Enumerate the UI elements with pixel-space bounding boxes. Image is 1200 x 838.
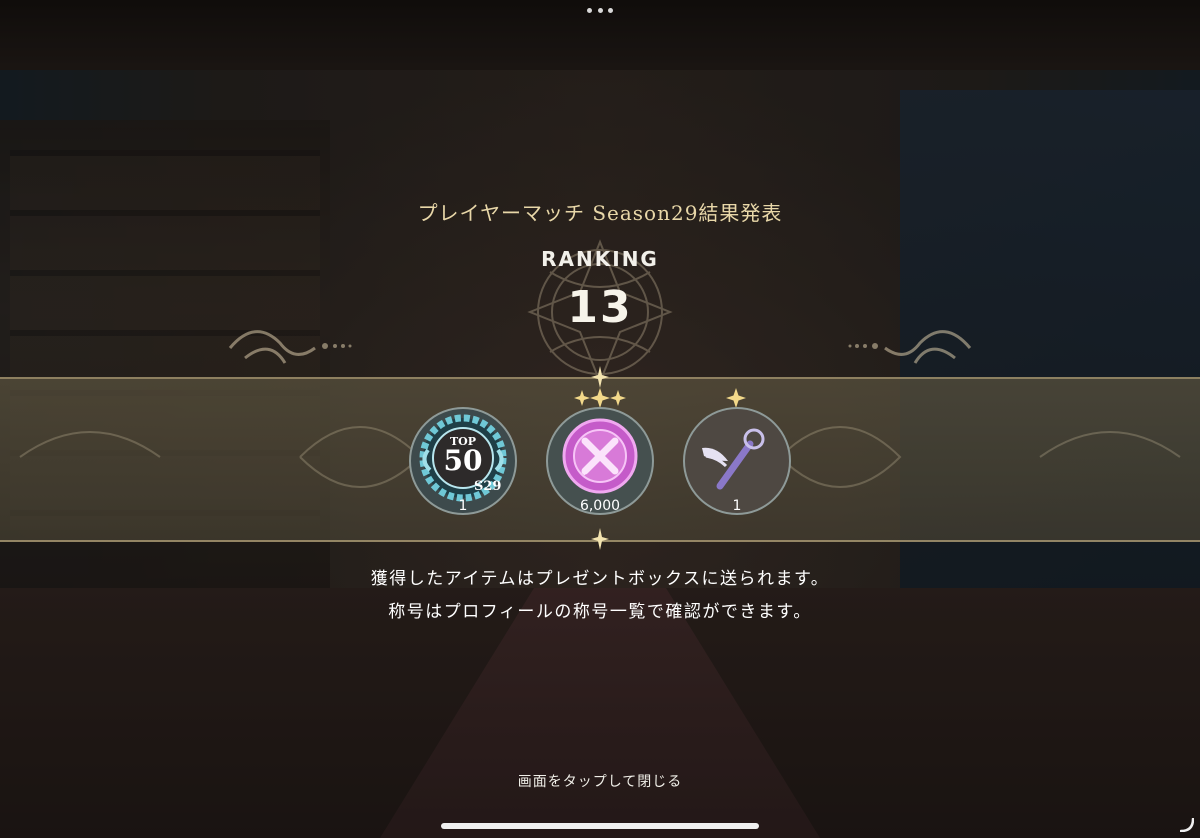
ranking-value: 13 [567,282,633,333]
ranking-label: RANKING [541,247,659,271]
tap-to-close-prompt[interactable]: 画面をタップして閉じる [0,771,1200,791]
reward-item-title-badge[interactable]: TOP 50 S29 1 [408,406,518,516]
badge-rank-number: 50 [443,444,483,477]
reward-count: 1 [732,498,742,514]
sparkle-icon [591,528,609,550]
reward-delivery-message: 獲得したアイテムはプレゼントボックスに送られます。 [370,569,830,589]
reward-count: 1 [458,498,468,514]
reward-item-currency[interactable]: 6,000 [545,388,655,516]
multitasking-dots-icon[interactable] [587,8,613,14]
reward-count: 6,000 [579,498,621,514]
three-star-rarity-icon [574,388,626,408]
result-title: プレイヤーマッチ Season29結果発表 [417,201,783,225]
sparkle-icon [591,366,609,388]
reward-item-wand[interactable]: 1 [682,388,792,516]
corner-curve-icon [1180,818,1194,832]
home-indicator-bar[interactable] [441,823,759,829]
badge-season-label: S29 [474,479,502,494]
title-info-message: 称号はプロフィールの称号一覧で確認ができます。 [388,602,812,622]
one-star-rarity-icon [726,388,746,408]
